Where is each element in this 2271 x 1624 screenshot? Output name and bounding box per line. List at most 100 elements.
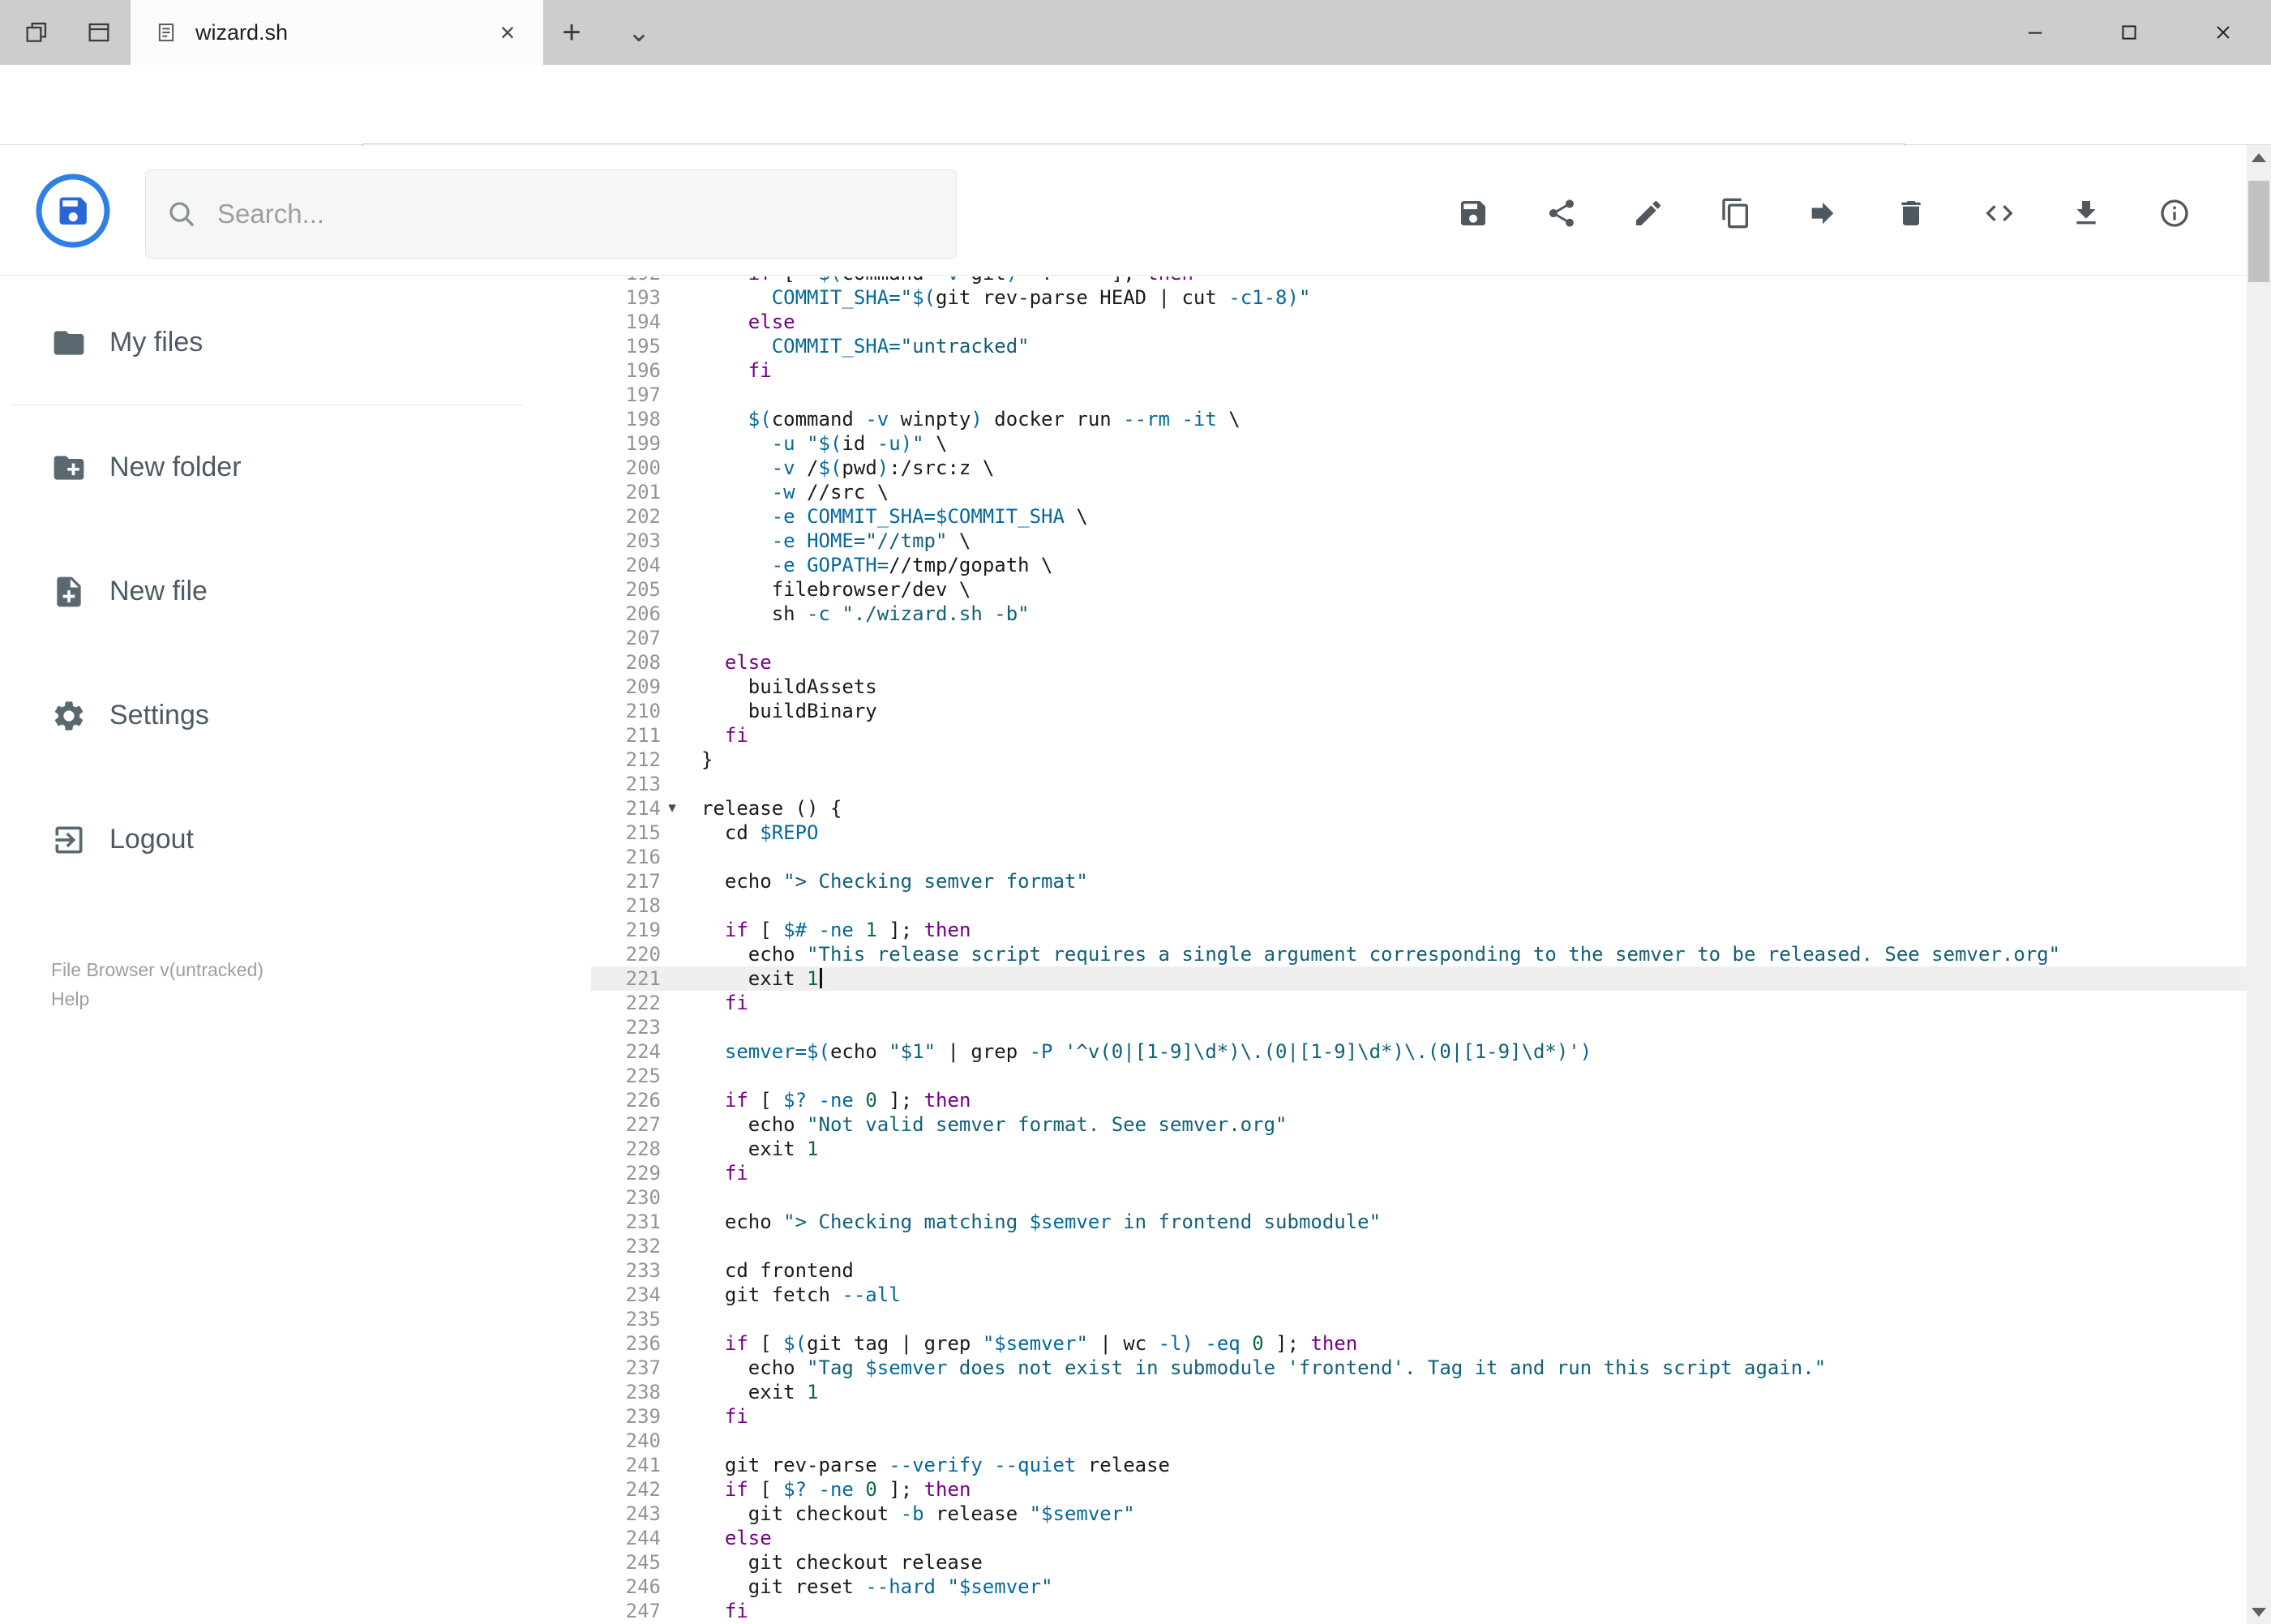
sidebar-item-new-folder[interactable]: New folder (0, 405, 591, 529)
code-line[interactable]: 243 git checkout -b release "$semver" (591, 1502, 2247, 1526)
info-button[interactable] (2155, 194, 2194, 233)
code-line[interactable]: 193 COMMIT_SHA="$(git rev-parse HEAD | c… (591, 285, 2247, 310)
code-line[interactable]: 231 echo "> Checking matching $semver in… (591, 1210, 2247, 1234)
code-line[interactable]: 206 sh -c "./wizard.sh -b" (591, 602, 2247, 626)
code-line[interactable]: 196 fi (591, 358, 2247, 383)
search-box[interactable] (145, 169, 957, 259)
tab-list-chevron-button[interactable]: ⌄ (619, 15, 658, 50)
code-line[interactable]: 235 (591, 1307, 2247, 1331)
sidebar-item-settings[interactable]: Settings (0, 653, 591, 778)
rename-button[interactable] (1629, 194, 1668, 233)
code-line[interactable]: 198 $(command -v winpty) docker run --rm… (591, 407, 2247, 431)
fold-column (661, 1502, 683, 1526)
window-minimize-button[interactable] (2012, 0, 2059, 65)
code-line[interactable]: 224 semver=$(echo "$1" | grep -P '^v(0|[… (591, 1039, 2247, 1064)
code-line[interactable]: 232 (591, 1234, 2247, 1258)
code-line[interactable]: 212} (591, 748, 2247, 772)
download-button[interactable] (2067, 194, 2106, 233)
fold-column (661, 1258, 683, 1283)
code-line[interactable]: 244 else (591, 1526, 2247, 1550)
code-line[interactable]: 233 cd frontend (591, 1258, 2247, 1283)
scrollbar-down-button[interactable] (2247, 1600, 2271, 1624)
save-button[interactable] (1454, 194, 1493, 233)
code-line[interactable]: 200 -v /$(pwd):/src:z \ (591, 456, 2247, 480)
browser-tab[interactable]: wizard.sh × (131, 0, 543, 65)
search-input[interactable] (217, 199, 936, 229)
code-line[interactable]: 230 (591, 1185, 2247, 1210)
line-number: 246 (625, 1575, 661, 1598)
line-number: 228 (625, 1138, 661, 1160)
raw-code-button[interactable] (1980, 194, 2019, 233)
code-line[interactable]: 199 -u "$(id -u)" \ (591, 431, 2247, 456)
copy-button[interactable] (1716, 194, 1755, 233)
window-close-button[interactable] (2200, 0, 2247, 65)
code-line[interactable]: 227 echo "Not valid semver format. See s… (591, 1112, 2247, 1137)
code-line[interactable]: 246 git reset --hard "$semver" (591, 1575, 2247, 1599)
move-arrow-icon (1811, 202, 1834, 225)
scrollbar-thumb[interactable] (2248, 181, 2269, 282)
code-line[interactable]: 195 COMMIT_SHA="untracked" (591, 334, 2247, 358)
window-maximize-button[interactable] (2106, 0, 2153, 65)
code-line[interactable]: 214 ▾ release () { (591, 796, 2247, 821)
fold-column (661, 1429, 683, 1453)
code-line[interactable]: 197 (591, 383, 2247, 407)
code-line[interactable]: 221 exit 1 (591, 966, 2247, 991)
code-line[interactable]: 222 fi (591, 991, 2247, 1015)
code-text: buildBinary (701, 700, 877, 722)
code-line[interactable]: 208 else (591, 650, 2247, 675)
code-line[interactable]: 202 -e COMMIT_SHA=$COMMIT_SHA \ (591, 504, 2247, 529)
filebrowser-logo[interactable] (34, 172, 112, 250)
sidebar-item-logout[interactable]: Logout (0, 778, 591, 902)
code-line[interactable]: 219 if [ $# -ne 1 ]; then (591, 918, 2247, 942)
code-line[interactable]: 245 git checkout release (591, 1550, 2247, 1575)
scrollbar-up-button[interactable] (2247, 145, 2271, 169)
code-line[interactable]: 223 (591, 1015, 2247, 1039)
code-line[interactable]: 203 -e HOME="//tmp" \ (591, 529, 2247, 553)
code-editor[interactable]: 192 if [ "$(command -v git)" != "" ]; th… (591, 276, 2247, 1624)
code-line[interactable]: 192 if [ "$(command -v git)" != "" ]; th… (591, 276, 2247, 285)
code-line[interactable]: 225 (591, 1064, 2247, 1088)
code-line[interactable]: 209 buildAssets (591, 675, 2247, 699)
delete-button[interactable] (1892, 194, 1930, 233)
code-line[interactable]: 205 filebrowser/dev \ (591, 577, 2247, 602)
code-line[interactable]: 194 else (591, 310, 2247, 334)
code-line[interactable]: 226 if [ $? -ne 0 ]; then (591, 1088, 2247, 1112)
share-button[interactable] (1542, 194, 1581, 233)
line-number: 196 (625, 359, 661, 382)
code-line[interactable]: 238 exit 1 (591, 1380, 2247, 1404)
code-line[interactable]: 215 cd $REPO (591, 821, 2247, 845)
code-line[interactable]: 239 fi (591, 1404, 2247, 1429)
code-line[interactable]: 247 fi (591, 1599, 2247, 1623)
code-line[interactable]: 201 -w //src \ (591, 480, 2247, 504)
code-line[interactable]: 242 if [ $? -ne 0 ]; then (591, 1477, 2247, 1502)
code-line[interactable]: 207 (591, 626, 2247, 650)
tab-preview-button[interactable] (19, 15, 54, 50)
tab-close-button[interactable]: × (490, 15, 525, 50)
sidebar-item-new-file[interactable]: New file (0, 529, 591, 653)
code-line[interactable]: 218 (591, 893, 2247, 918)
code-line[interactable]: 229 fi (591, 1161, 2247, 1185)
code-line[interactable]: 241 git rev-parse --verify --quiet relea… (591, 1453, 2247, 1477)
code-line[interactable]: 228 exit 1 (591, 1137, 2247, 1161)
code-line[interactable]: 237 echo "Tag $semver does not exist in … (591, 1356, 2247, 1380)
help-link[interactable]: Help (51, 984, 264, 1013)
new-tab-button[interactable]: + (552, 15, 591, 50)
code-line[interactable]: 211 fi (591, 723, 2247, 748)
code-line[interactable]: 213 (591, 772, 2247, 796)
code-line[interactable]: 217 echo "> Checking semver format" (591, 869, 2247, 893)
code-line[interactable]: 216 (591, 845, 2247, 869)
move-button[interactable] (1803, 194, 1842, 233)
code-line[interactable]: 240 (591, 1429, 2247, 1453)
fold-column (661, 1234, 683, 1258)
code-line[interactable]: 210 buildBinary (591, 699, 2247, 723)
sidebar-item-my-files[interactable]: My files (0, 281, 591, 405)
set-tabs-aside-button[interactable] (81, 15, 117, 50)
page-scrollbar[interactable] (2247, 145, 2271, 1624)
line-number: 238 (625, 1381, 661, 1403)
code-line[interactable]: 234 git fetch --all (591, 1283, 2247, 1307)
code-line[interactable]: 236 if [ $(git tag | grep "$semver" | wc… (591, 1331, 2247, 1356)
code-text: filebrowser/dev \ (701, 578, 971, 601)
fold-marker-icon[interactable]: ▾ (661, 796, 683, 821)
code-line[interactable]: 204 -e GOPATH=//tmp/gopath \ (591, 553, 2247, 577)
code-line[interactable]: 220 echo "This release script requires a… (591, 942, 2247, 966)
